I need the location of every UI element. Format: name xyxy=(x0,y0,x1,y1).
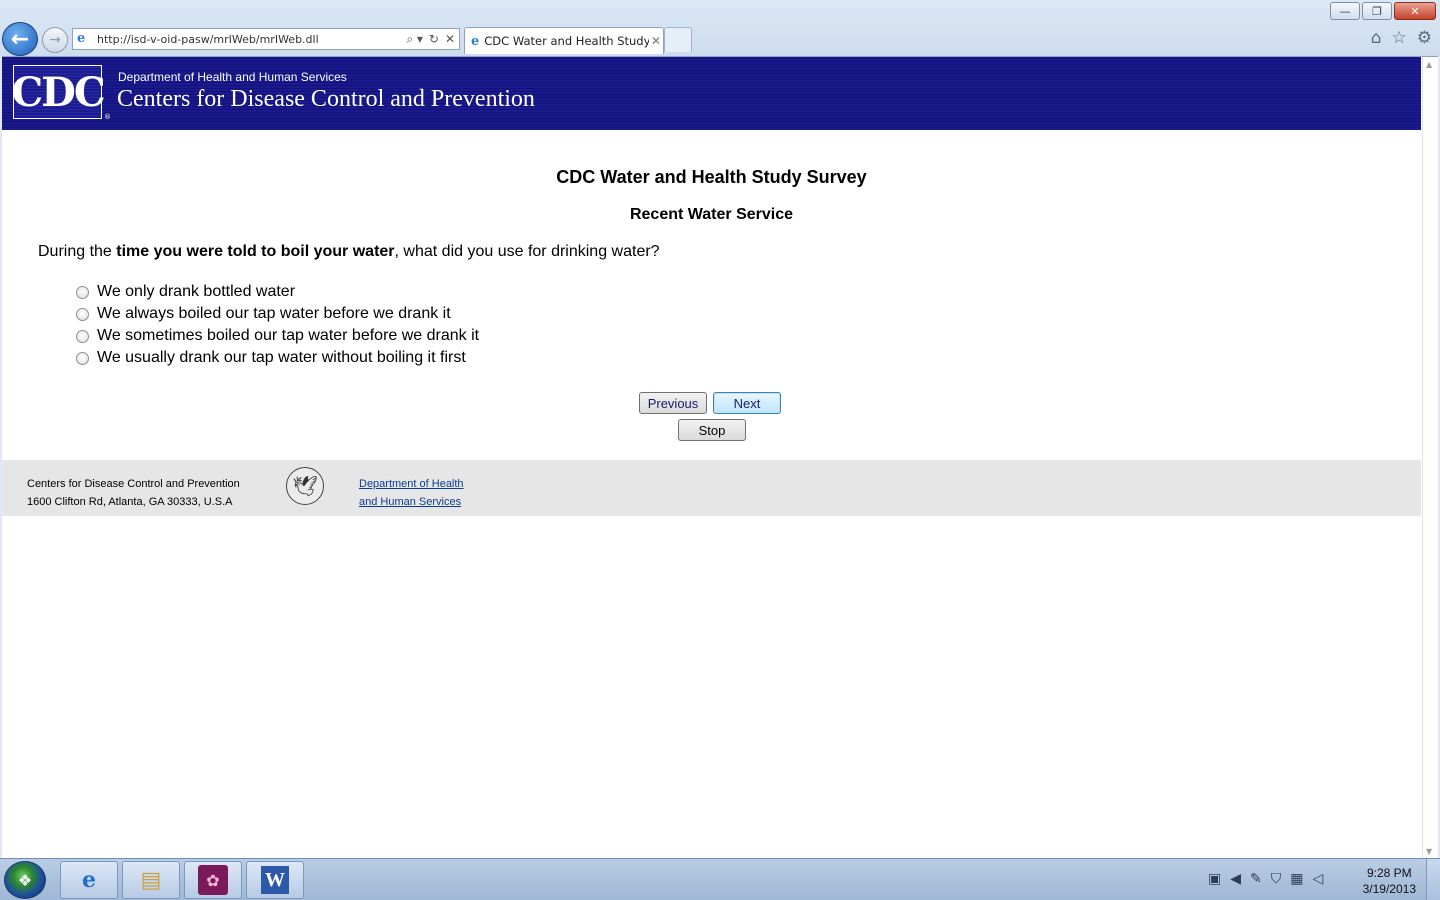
survey-title: CDC Water and Health Study Survey xyxy=(556,167,867,187)
vertical-scrollbar[interactable]: ▲ ▼ xyxy=(1422,57,1438,858)
radio-button[interactable] xyxy=(76,307,89,321)
hhs-link-line2[interactable]: and Human Services xyxy=(359,493,464,511)
taskbar-internet-explorer[interactable]: e xyxy=(60,861,118,899)
restore-button[interactable]: ❐ xyxy=(1362,2,1392,20)
stop-loading-icon[interactable]: ✕ xyxy=(445,32,455,47)
media-app-icon: ✿ xyxy=(198,865,228,895)
stop-button[interactable]: Stop xyxy=(678,419,746,441)
back-button[interactable]: ← xyxy=(2,22,38,56)
close-window-button[interactable]: ✕ xyxy=(1394,2,1436,20)
radio-button[interactable] xyxy=(76,329,89,343)
volume-icon[interactable]: ◁ xyxy=(1312,871,1323,887)
clock-time: 9:28 PM xyxy=(1366,866,1412,880)
forward-button[interactable]: → xyxy=(42,27,68,53)
taskbar-media-app[interactable]: ✿ xyxy=(184,861,242,899)
tray-app-icon[interactable]: ▣ xyxy=(1208,871,1221,887)
windows-taskbar: ❖ e ▤ ✿ W ▣ ◀ ✎ ⛉ ▦ ◁ 9:28 PM 3/19/2013 xyxy=(0,858,1440,900)
ie-tab-icon: e xyxy=(471,33,480,49)
option-bottled-water[interactable]: We only drank bottled water xyxy=(74,281,479,303)
folder-icon: ▤ xyxy=(140,867,162,893)
footer-street-address: 1600 Clifton Rd, Atlanta, GA 30333, U.S.… xyxy=(27,496,233,508)
system-clock[interactable]: 9:28 PM 3/19/2013 xyxy=(1363,865,1416,897)
home-icon[interactable]: ⌂ xyxy=(1371,28,1382,48)
hhs-eagle-logo-icon: 🕊 xyxy=(286,467,324,505)
option-label[interactable]: We only drank bottled water xyxy=(97,283,295,301)
question-prefix: During the xyxy=(38,243,117,260)
agency-name: Centers for Disease Control and Preventi… xyxy=(117,86,535,112)
address-url[interactable]: http://isd-v-oid-pasw/mrIWeb/mrIWeb.dll xyxy=(97,33,406,46)
question-text: During the time you were told to boil yo… xyxy=(38,243,660,261)
gear-icon[interactable]: ⚙ xyxy=(1417,28,1432,48)
internet-explorer-icon: e xyxy=(82,867,96,893)
question-emphasis: time you were told to boil your water xyxy=(116,243,395,260)
refresh-icon[interactable]: ↻ xyxy=(429,32,439,47)
speaker-alert-icon[interactable]: ◀ xyxy=(1230,871,1241,887)
answer-options: We only drank bottled water We always bo… xyxy=(74,281,479,369)
question-suffix: , what did you use for drinking water? xyxy=(394,243,660,260)
word-icon: W xyxy=(261,866,289,894)
taskbar-windows-explorer[interactable]: ▤ xyxy=(122,861,180,899)
option-always-boiled[interactable]: We always boiled our tap water before we… xyxy=(74,303,479,325)
system-tray: ▣ ◀ ✎ ⛉ ▦ ◁ xyxy=(1208,871,1323,887)
clock-date: 3/19/2013 xyxy=(1362,882,1416,896)
scroll-up-icon[interactable]: ▲ xyxy=(1426,60,1432,69)
windows-logo-icon: ❖ xyxy=(17,870,33,890)
page-footer: Centers for Disease Control and Preventi… xyxy=(2,460,1421,516)
network-icon[interactable]: ▦ xyxy=(1290,871,1303,887)
option-label[interactable]: We always boiled our tap water before we… xyxy=(97,305,451,323)
department-name: Department of Health and Human Services xyxy=(118,70,347,84)
cdc-header-banner: CDC ® Department of Health and Human Ser… xyxy=(2,57,1421,130)
taskbar-word[interactable]: W xyxy=(246,861,304,899)
start-button[interactable]: ❖ xyxy=(4,861,46,899)
browser-tools: ⌂ ☆ ⚙ xyxy=(1371,28,1432,48)
show-desktop-button[interactable] xyxy=(1426,859,1440,900)
radio-button[interactable] xyxy=(76,285,89,299)
tray-tool-icon[interactable]: ✎ xyxy=(1250,871,1262,887)
footer-address: Centers for Disease Control and Preventi… xyxy=(27,475,240,511)
browser-chrome: — ❐ ✕ ← → e http://isd-v-oid-pasw/mrIWeb… xyxy=(0,0,1440,56)
option-label[interactable]: We sometimes boiled our tap water before… xyxy=(97,327,479,345)
radio-button[interactable] xyxy=(76,351,89,365)
next-button[interactable]: Next xyxy=(713,392,781,414)
tab-close-icon[interactable]: ✕ xyxy=(649,34,663,48)
trademark-mark: ® xyxy=(104,113,111,121)
address-bar[interactable]: e http://isd-v-oid-pasw/mrIWeb/mrIWeb.dl… xyxy=(72,28,460,50)
favorites-star-icon[interactable]: ☆ xyxy=(1392,28,1407,48)
search-dropdown-icon[interactable]: ⌕ ▾ xyxy=(406,32,423,47)
hhs-link[interactable]: Department of Health and Human Services xyxy=(359,475,464,511)
security-shield-icon[interactable]: ⛉ xyxy=(1271,871,1282,887)
option-sometimes-boiled[interactable]: We sometimes boiled our tap water before… xyxy=(74,325,479,347)
window-controls: — ❐ ✕ xyxy=(1330,2,1436,20)
forward-arrow-icon: → xyxy=(49,32,61,48)
footer-org-name: Centers for Disease Control and Preventi… xyxy=(27,478,240,490)
hhs-link-line1[interactable]: Department of Health xyxy=(359,475,464,493)
new-tab-button[interactable] xyxy=(664,27,692,52)
section-title: Recent Water Service xyxy=(629,206,794,223)
tab-title: CDC Water and Health Study xyxy=(484,34,649,48)
page-viewport: CDC ® Department of Health and Human Ser… xyxy=(2,56,1438,858)
previous-button[interactable]: Previous xyxy=(639,392,707,414)
cdc-logo[interactable]: CDC xyxy=(11,65,106,119)
option-label[interactable]: We usually drank our tap water without b… xyxy=(97,349,466,367)
minimize-button[interactable]: — xyxy=(1330,2,1360,20)
address-tools: ⌕ ▾ ↻ ✕ xyxy=(406,32,459,47)
back-arrow-icon: ← xyxy=(10,26,30,52)
ie-page-icon: e xyxy=(77,31,86,46)
scroll-down-icon[interactable]: ▼ xyxy=(1426,847,1432,856)
option-not-boiled[interactable]: We usually drank our tap water without b… xyxy=(74,347,479,369)
tab-active[interactable]: e CDC Water and Health Study ✕ xyxy=(464,27,664,54)
